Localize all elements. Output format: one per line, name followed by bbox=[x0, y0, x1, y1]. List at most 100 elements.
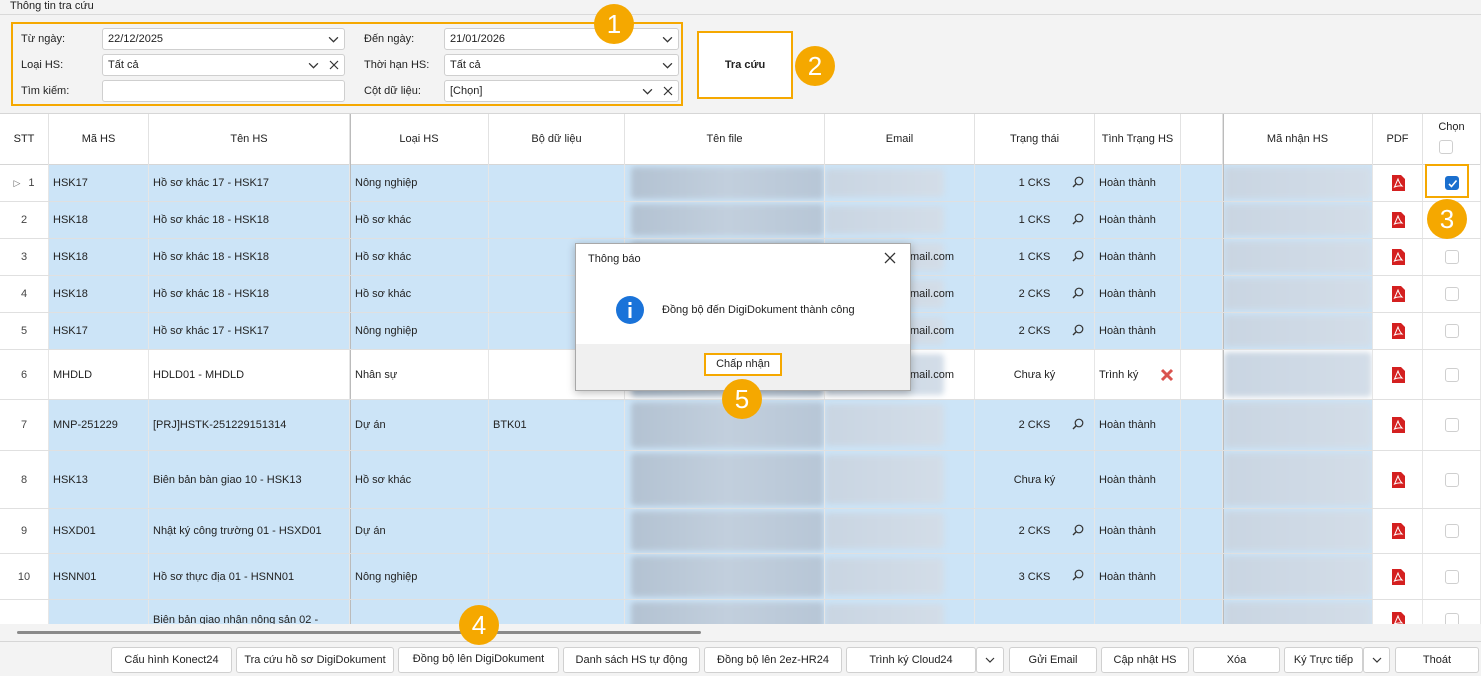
code-cell[interactable]: HSXD01 bbox=[49, 509, 149, 553]
konect24-config-button[interactable]: Cấu hình Konect24 bbox=[111, 647, 232, 673]
name-cell[interactable]: [PRJ]HSTK-251229151314 bbox=[149, 400, 350, 450]
type-cell[interactable]: Dự án bbox=[350, 509, 489, 553]
table-row[interactable]: 8 HSK13 Biên bản bàn giao 10 - HSK13 Hồ sơ … bbox=[0, 451, 1481, 509]
table-row[interactable]: ▷ 1 HSK17 Hồ sơ khác 17 - HSK17 Nông nghiệp 1… bbox=[0, 165, 1481, 202]
table-row[interactable]: 9 HSXD01 Nhật ký công trường 01 - HSXD01 Dự… bbox=[0, 509, 1481, 554]
select-cell[interactable] bbox=[1423, 509, 1481, 553]
row-checkbox[interactable] bbox=[1444, 324, 1459, 338]
email-cell[interactable] bbox=[825, 554, 975, 599]
name-cell[interactable]: Hồ sơ khác 18 - HSK18 bbox=[149, 239, 350, 275]
scrollbar-thumb[interactable] bbox=[17, 631, 701, 634]
col-header-4[interactable]: Bộ dữ liệu bbox=[489, 114, 625, 165]
code-cell[interactable]: HSNN01 bbox=[49, 554, 149, 599]
direct-sign-button[interactable]: Ký Trực tiếp bbox=[1284, 647, 1363, 673]
code-cell[interactable]: HSK13 bbox=[49, 451, 149, 508]
table-row[interactable]: Biên bản giao nhận nông sản 02 - bbox=[0, 600, 1481, 624]
pdf-icon[interactable] bbox=[1391, 175, 1405, 191]
pdf-icon[interactable] bbox=[1391, 417, 1405, 433]
select-cell[interactable] bbox=[1423, 350, 1481, 399]
pdf-cell[interactable] bbox=[1373, 350, 1423, 399]
type-cell[interactable]: Nông nghiệp bbox=[350, 554, 489, 599]
email-cell[interactable] bbox=[825, 451, 975, 508]
select-cell[interactable] bbox=[1423, 276, 1481, 312]
status-cell[interactable]: 2 CKS bbox=[975, 276, 1095, 312]
type-cell[interactable]: Hồ sơ khác bbox=[350, 202, 489, 238]
pdf-icon[interactable] bbox=[1391, 249, 1405, 265]
auto-list-button[interactable]: Danh sách HS tự động bbox=[563, 647, 700, 673]
code-cell[interactable]: MNP-251229 bbox=[49, 400, 149, 450]
pdf-cell[interactable] bbox=[1373, 202, 1423, 238]
code-cell[interactable]: HSK17 bbox=[49, 313, 149, 349]
send-email-button[interactable]: Gửi Email bbox=[1009, 647, 1097, 673]
dataset-cell[interactable] bbox=[489, 509, 625, 553]
exit-button[interactable]: Thoát bbox=[1395, 647, 1479, 673]
row-checkbox[interactable] bbox=[1444, 612, 1459, 624]
search-icon[interactable] bbox=[1072, 213, 1084, 225]
from-date-field[interactable]: 22/12/2025 bbox=[102, 28, 345, 50]
receipt-code-cell[interactable] bbox=[1223, 165, 1373, 201]
filename-cell[interactable] bbox=[625, 600, 825, 624]
code-cell[interactable]: MHDLD bbox=[49, 350, 149, 399]
name-cell[interactable]: Hồ sơ khác 18 - HSK18 bbox=[149, 202, 350, 238]
email-cell[interactable] bbox=[825, 400, 975, 450]
receipt-code-cell[interactable] bbox=[1223, 202, 1373, 238]
direct-sign-dropdown-button[interactable] bbox=[1363, 647, 1390, 673]
filename-cell[interactable] bbox=[625, 509, 825, 553]
record-status-cell[interactable]: Trình ký bbox=[1095, 350, 1181, 399]
record-status-cell[interactable]: Hoàn thành bbox=[1095, 451, 1181, 508]
record-status-cell[interactable]: Hoàn thành bbox=[1095, 554, 1181, 599]
receipt-code-cell[interactable] bbox=[1223, 600, 1373, 624]
name-cell[interactable]: Hồ sơ khác 17 - HSK17 bbox=[149, 313, 350, 349]
record-status-cell[interactable]: Hoàn thành bbox=[1095, 239, 1181, 275]
search-button[interactable]: Tra cứu bbox=[697, 31, 793, 99]
name-cell[interactable]: Nhật ký công trường 01 - HSXD01 bbox=[149, 509, 350, 553]
type-cell[interactable]: Hồ sơ khác bbox=[350, 451, 489, 508]
code-cell[interactable]: HSK18 bbox=[49, 239, 149, 275]
filename-cell[interactable] bbox=[625, 451, 825, 508]
col-header-6[interactable]: Email bbox=[825, 114, 975, 165]
filename-cell[interactable] bbox=[625, 554, 825, 599]
status-cell[interactable]: 2 CKS bbox=[975, 313, 1095, 349]
reject-icon[interactable] bbox=[1160, 368, 1174, 382]
col-header-3[interactable]: Loại HS bbox=[350, 114, 489, 165]
search-icon[interactable] bbox=[1072, 324, 1084, 336]
status-cell[interactable]: Chưa ký bbox=[975, 350, 1095, 399]
pdf-icon[interactable] bbox=[1391, 611, 1405, 625]
record-status-cell[interactable] bbox=[1095, 600, 1181, 624]
email-cell[interactable] bbox=[825, 165, 975, 201]
digidokument-lookup-button[interactable]: Tra cứu hồ sơ DigiDokument bbox=[236, 647, 394, 673]
type-cell[interactable]: Dự án bbox=[350, 400, 489, 450]
status-cell[interactable]: 1 CKS bbox=[975, 202, 1095, 238]
search-input[interactable] bbox=[102, 80, 345, 102]
status-cell[interactable]: 2 CKS bbox=[975, 509, 1095, 553]
type-select[interactable]: Tất cả bbox=[102, 54, 345, 76]
col-header-8[interactable]: Tình Trạng HS bbox=[1095, 114, 1181, 165]
col-header-0[interactable]: STT bbox=[0, 114, 49, 165]
receipt-code-cell[interactable] bbox=[1223, 451, 1373, 508]
clear-icon[interactable] bbox=[663, 86, 673, 96]
cloud24-dropdown-button[interactable] bbox=[976, 647, 1004, 673]
select-cell[interactable] bbox=[1423, 451, 1481, 508]
email-cell[interactable] bbox=[825, 202, 975, 238]
email-cell[interactable] bbox=[825, 600, 975, 624]
row-checkbox[interactable] bbox=[1444, 367, 1459, 382]
code-cell[interactable] bbox=[49, 600, 149, 624]
columns-select[interactable]: [Chọn] bbox=[444, 80, 679, 102]
name-cell[interactable]: Hồ sơ thực địa 01 - HSNN01 bbox=[149, 554, 350, 599]
type-cell[interactable]: Nông nghiệp bbox=[350, 313, 489, 349]
search-icon[interactable] bbox=[1072, 287, 1084, 299]
chevron-down-icon[interactable] bbox=[308, 60, 319, 71]
select-cell[interactable] bbox=[1423, 239, 1481, 275]
pdf-cell[interactable] bbox=[1373, 400, 1423, 450]
col-header-9[interactable]: Mã nhận HS bbox=[1223, 114, 1373, 165]
pdf-icon[interactable] bbox=[1391, 323, 1405, 339]
type-cell[interactable]: Hồ sơ khác bbox=[350, 239, 489, 275]
search-icon[interactable] bbox=[1072, 524, 1084, 536]
pdf-cell[interactable] bbox=[1373, 239, 1423, 275]
pdf-icon[interactable] bbox=[1391, 523, 1405, 539]
filename-cell[interactable] bbox=[625, 202, 825, 238]
dataset-cell[interactable] bbox=[489, 600, 625, 624]
receipt-code-cell[interactable] bbox=[1223, 509, 1373, 553]
select-cell[interactable] bbox=[1423, 313, 1481, 349]
dataset-cell[interactable] bbox=[489, 451, 625, 508]
